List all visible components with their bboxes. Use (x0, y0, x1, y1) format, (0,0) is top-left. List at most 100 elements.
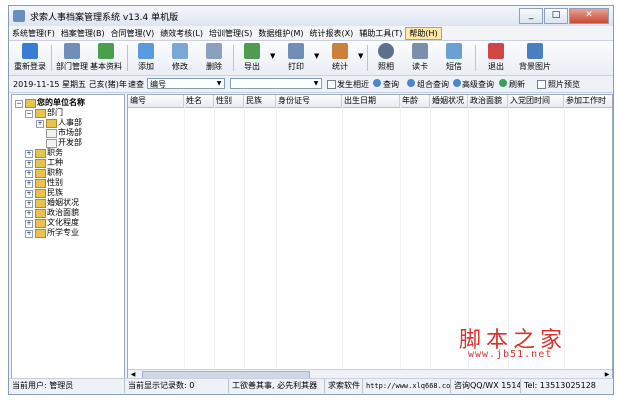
menu-system[interactable]: 系统管理(F) (9, 28, 58, 39)
tree-expand-toggle[interactable]: + (25, 230, 33, 238)
folder-icon (35, 179, 46, 188)
column-header-marital-status[interactable]: 婚姻状况 (430, 95, 468, 107)
tree-node-gender[interactable]: 性别 (47, 178, 63, 188)
column-header-id-card[interactable]: 身份证号 (276, 95, 342, 107)
query-button[interactable]: 查询 (383, 79, 399, 90)
tree-node-hr[interactable]: 人事部 (58, 118, 82, 128)
tree-expand-toggle[interactable]: + (36, 120, 44, 128)
print-dropdown-arrow[interactable]: ▼ (314, 53, 320, 60)
camera-button[interactable]: 照相 (369, 43, 403, 73)
website-link[interactable]: http://www.xlq668.com (363, 379, 451, 393)
folder-icon (35, 209, 46, 218)
toolbar-separator (475, 45, 476, 71)
maximize-button[interactable]: □ (544, 8, 568, 24)
tree-node-education[interactable]: 文化程度 (47, 218, 79, 228)
tree-root-node[interactable]: 您的单位名称 (37, 98, 85, 108)
menu-reports[interactable]: 统计报表(X) (306, 28, 356, 39)
toolbar-separator (367, 45, 368, 71)
tree-node-position[interactable]: 职务 (47, 148, 63, 158)
tree-expand-toggle[interactable]: + (25, 190, 33, 198)
tree-expand-toggle[interactable]: + (25, 170, 33, 178)
filter-bar: 2019-11-15 星期五 己亥(猪)年 速查 编号 ▼ ▼ 发生相近 查询 … (9, 76, 613, 93)
basic-info-button[interactable]: 基本资料 (89, 43, 123, 73)
app-window: 求索人事档案管理系统 v13.4 单机版 _ □ ✕ 系统管理(F) 档案管理(… (0, 0, 620, 402)
birthday-near-checkbox[interactable] (327, 80, 336, 89)
toolbar-separator (233, 45, 234, 71)
tel-status: Tel: 13513025128 (524, 381, 596, 390)
combined-query-button[interactable]: 组合查询 (417, 79, 449, 90)
current-user-text: 当前用户: 管理员 (12, 381, 74, 390)
add-button[interactable]: 添加 (129, 43, 163, 73)
column-header-ethnicity[interactable]: 民族 (244, 95, 276, 107)
close-button[interactable]: ✕ (569, 8, 609, 24)
photo-preview-checkbox[interactable] (537, 80, 546, 89)
grid-divider (342, 107, 343, 369)
advanced-query-button[interactable]: 高级查询 (462, 79, 494, 90)
statistics-button[interactable]: 统计 (323, 43, 357, 73)
menu-data-maintenance[interactable]: 数据维护(M) (255, 28, 306, 39)
tree-expand-toggle[interactable]: + (25, 200, 33, 208)
column-header-gender[interactable]: 性别 (214, 95, 244, 107)
print-button[interactable]: 打印 (279, 43, 313, 73)
search-field-select[interactable]: 编号 ▼ (147, 78, 225, 89)
menu-contract[interactable]: 合同管理(V) (108, 28, 158, 39)
menu-help[interactable]: 帮助(H) (405, 26, 442, 40)
tree-node-marketing[interactable]: 市场部 (58, 128, 82, 138)
record-count-status: 当前显示记录数: 0 (125, 379, 229, 393)
delete-icon (206, 43, 222, 59)
search-value-select[interactable]: ▼ (230, 78, 322, 89)
column-header-birth-date[interactable]: 出生日期 (342, 95, 400, 107)
tree-collapse-toggle[interactable]: − (25, 110, 33, 118)
tree-node-development[interactable]: 开发部 (58, 138, 82, 148)
refresh-button[interactable]: 刷新 (509, 79, 525, 90)
card-reader-button[interactable]: 读卡 (403, 43, 437, 73)
relogin-button[interactable]: 重新登录 (13, 43, 47, 73)
tree-collapse-toggle[interactable]: − (15, 100, 23, 108)
column-header-name[interactable]: 姓名 (184, 95, 214, 107)
column-header-age[interactable]: 年龄 (400, 95, 430, 107)
menu-tools[interactable]: 辅助工具(T) (356, 28, 405, 39)
tree-expand-toggle[interactable]: + (25, 160, 33, 168)
tree-expand-toggle[interactable]: + (25, 220, 33, 228)
tree-node-department[interactable]: 部门 (47, 108, 63, 118)
sms-button[interactable]: 短信 (437, 43, 471, 73)
minimize-button[interactable]: _ (519, 8, 543, 24)
tree-node-job-type[interactable]: 工种 (47, 158, 63, 168)
export-dropdown-arrow[interactable]: ▼ (270, 53, 276, 60)
statistics-dropdown-arrow[interactable]: ▼ (358, 53, 364, 60)
tree-node-political-status[interactable]: 政治面貌 (47, 208, 79, 218)
slogan-status: 工欲善其事, 必先利其器 (229, 379, 325, 393)
column-header-political-status[interactable]: 政治面貌 (468, 95, 508, 107)
tree-expand-toggle[interactable]: + (25, 210, 33, 218)
menu-archive[interactable]: 档案管理(B) (58, 28, 108, 39)
tree-node-title[interactable]: 职称 (47, 168, 63, 178)
file-icon (46, 139, 57, 148)
combined-search-icon (407, 79, 415, 87)
tree-node-ethnicity[interactable]: 民族 (47, 188, 63, 198)
column-header-id[interactable]: 编号 (128, 95, 184, 107)
chevron-down-icon: ▼ (313, 80, 319, 87)
folder-icon (35, 109, 46, 118)
menu-performance[interactable]: 绩效考核(L) (157, 28, 206, 39)
tree-expand-toggle[interactable]: + (25, 180, 33, 188)
background-image-button[interactable]: 背景图片 (515, 43, 555, 73)
company-status: 求索软件 (325, 379, 363, 393)
toolbar: 重新登录 部门管理 基本资料 添加 修改 删除 导出 ▼ 打印 ▼ 统计 ▼ 照… (9, 41, 613, 76)
quick-search-label: 速查 (128, 80, 144, 89)
exit-button[interactable]: 退出 (479, 43, 513, 73)
grid-divider (214, 107, 215, 369)
edit-button[interactable]: 修改 (163, 43, 197, 73)
export-button[interactable]: 导出 (235, 43, 269, 73)
current-date: 2019-11-15 星期五 己亥(猪)年 (13, 80, 127, 89)
department-button[interactable]: 部门管理 (55, 43, 89, 73)
column-header-work-start[interactable]: 参加工作时 (564, 95, 612, 107)
tree-expand-toggle[interactable]: + (25, 150, 33, 158)
delete-button[interactable]: 删除 (197, 43, 231, 73)
column-header-party-join-date[interactable]: 入党团时间 (508, 95, 564, 107)
tree-node-major[interactable]: 所学专业 (47, 228, 79, 238)
title-bar[interactable]: 求索人事档案管理系统 v13.4 单机版 _ □ ✕ (9, 6, 613, 26)
tree-node-marital-status[interactable]: 婚姻状况 (47, 198, 79, 208)
file-icon (46, 129, 57, 138)
folder-icon (35, 149, 46, 158)
menu-training[interactable]: 培训管理(S) (206, 28, 255, 39)
